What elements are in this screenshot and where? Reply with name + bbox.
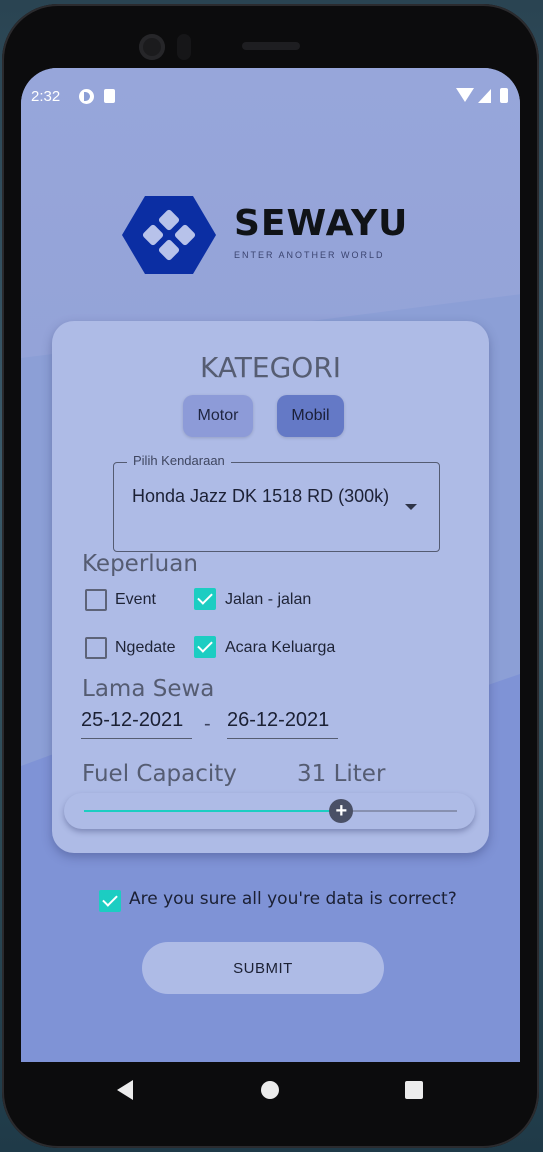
booking-form-card: KATEGORI Motor Mobil Pilih Kendaraan Hon… bbox=[52, 321, 489, 853]
back-icon[interactable] bbox=[117, 1080, 133, 1100]
front-camera bbox=[139, 34, 165, 60]
start-date-field[interactable]: 25-12-2021 bbox=[81, 709, 192, 739]
signal-icon bbox=[478, 89, 491, 103]
motor-button[interactable]: Motor bbox=[183, 395, 253, 437]
date-separator: - bbox=[204, 713, 211, 735]
slider-thumb-plus-icon[interactable]: + bbox=[329, 799, 354, 823]
checkbox-ngedate-label: Ngedate bbox=[115, 639, 176, 656]
mobil-button[interactable]: Mobil bbox=[277, 395, 344, 437]
dropdown-arrow-icon[interactable] bbox=[405, 504, 417, 510]
brand-tagline: ENTER ANOTHER WORLD bbox=[234, 250, 385, 260]
fuel-capacity-title: Fuel Capacity bbox=[82, 761, 237, 787]
recents-icon[interactable] bbox=[405, 1081, 423, 1099]
end-date-field[interactable]: 26-12-2021 bbox=[227, 709, 338, 739]
checkbox-jalan-jalan[interactable] bbox=[194, 588, 216, 610]
checkbox-event[interactable] bbox=[85, 589, 107, 611]
checkbox-jalan-jalan-label: Jalan - jalan bbox=[225, 591, 312, 608]
fuel-capacity-value: 31 Liter bbox=[297, 761, 386, 787]
navigation-bar bbox=[21, 1062, 520, 1118]
kategori-title: KATEGORI bbox=[199, 351, 342, 384]
app-screen: 2:32 SEWAYU ENTER ANOTHER WORLD KATEGORI… bbox=[21, 68, 520, 1078]
vehicle-dropdown[interactable]: Pilih Kendaraan Honda Jazz DK 1518 RD (3… bbox=[113, 453, 440, 552]
vehicle-dropdown-value: Honda Jazz DK 1518 RD (300k) bbox=[132, 486, 390, 506]
brand-name: SEWAYU bbox=[234, 203, 409, 244]
checkbox-acara-keluarga[interactable] bbox=[194, 636, 216, 658]
slider-track-active bbox=[84, 810, 342, 812]
battery-icon bbox=[500, 88, 508, 103]
logo-hexagon-icon bbox=[122, 196, 216, 274]
keperluan-title: Keperluan bbox=[82, 551, 198, 577]
earpiece-speaker bbox=[242, 42, 300, 50]
app-notification-icon bbox=[79, 89, 94, 104]
sd-card-icon bbox=[104, 89, 115, 103]
confirm-checkbox[interactable] bbox=[99, 890, 121, 912]
camera-sensor bbox=[177, 34, 191, 60]
home-icon[interactable] bbox=[261, 1081, 279, 1099]
confirm-label: Are you sure all you're data is correct? bbox=[129, 889, 457, 909]
checkbox-event-label: Event bbox=[115, 591, 156, 608]
wifi-icon bbox=[456, 88, 474, 102]
vehicle-dropdown-label: Pilih Kendaraan bbox=[127, 453, 231, 468]
fuel-slider[interactable]: + bbox=[64, 793, 475, 829]
status-bar: 2:32 bbox=[21, 68, 520, 124]
checkbox-acara-keluarga-label: Acara Keluarga bbox=[225, 639, 336, 656]
lama-sewa-title: Lama Sewa bbox=[82, 676, 215, 702]
slider-track-inactive bbox=[341, 810, 457, 812]
submit-button[interactable]: SUBMIT bbox=[142, 942, 384, 994]
app-logo: SEWAYU ENTER ANOTHER WORLD bbox=[121, 194, 407, 278]
checkbox-ngedate[interactable] bbox=[85, 637, 107, 659]
status-time: 2:32 bbox=[31, 88, 61, 105]
